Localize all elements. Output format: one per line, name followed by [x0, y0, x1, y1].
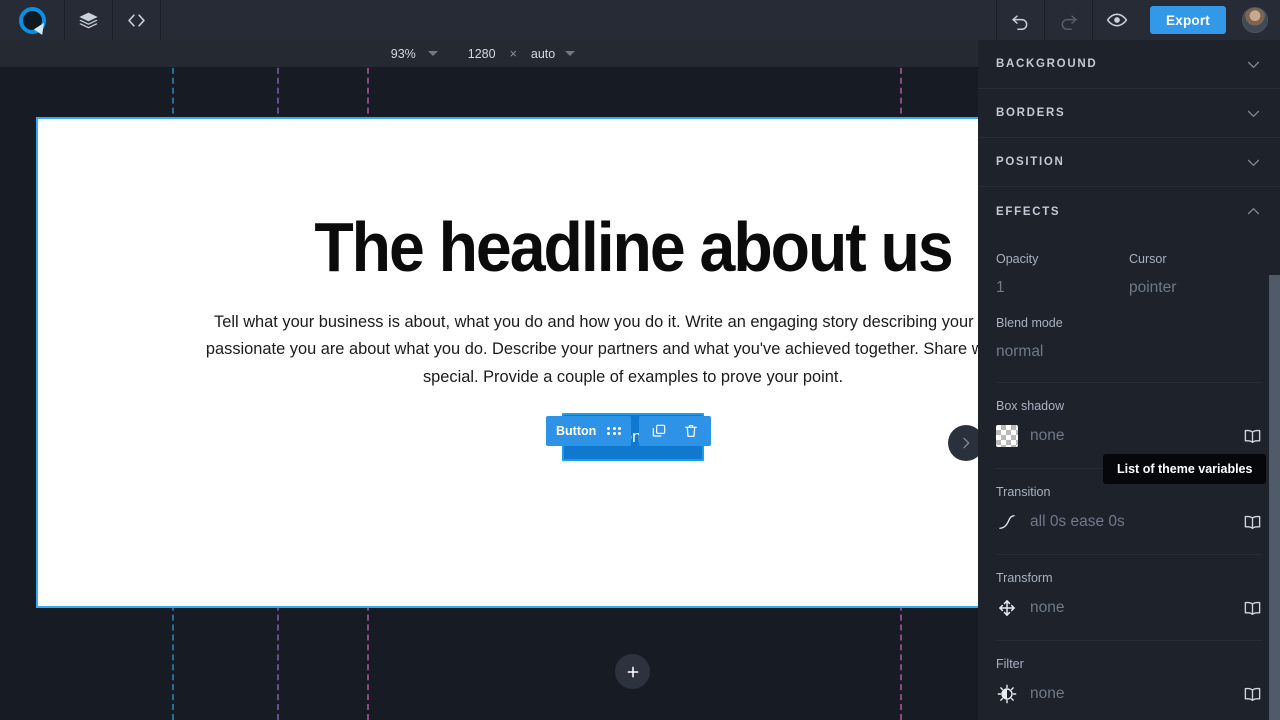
chevron-down-icon — [1245, 105, 1262, 122]
section-header-position[interactable]: POSITION — [978, 138, 1280, 187]
page-frame[interactable]: The headline about us Tell what your bus… — [36, 117, 978, 608]
preview-button[interactable] — [1092, 0, 1140, 40]
box-shadow-label: Box shadow — [996, 399, 1065, 413]
panel-scrollbar-thumb[interactable] — [1269, 275, 1280, 720]
chevron-down-icon — [1245, 154, 1262, 171]
export-button[interactable]: Export — [1150, 6, 1226, 34]
easing-curve-icon — [996, 512, 1018, 532]
undo-icon — [1010, 10, 1031, 31]
app-logo-icon — [18, 6, 46, 34]
app-root: Export 93% 1280 × auto The headline abou… — [0, 0, 1280, 720]
transparent-swatch-icon[interactable] — [996, 425, 1018, 447]
dimension-separator: × — [509, 46, 517, 61]
undo-button[interactable] — [996, 0, 1044, 40]
theme-variables-icon[interactable] — [1243, 427, 1262, 446]
selected-element-label: Button — [556, 424, 597, 438]
filter-value[interactable]: none — [1030, 685, 1231, 703]
size-controls: 93% 1280 × auto — [381, 47, 598, 61]
transform-row: none — [996, 594, 1262, 622]
chevron-up-icon — [1245, 203, 1262, 220]
transition-field: Transition all 0s ease 0s — [996, 485, 1262, 536]
redo-button[interactable] — [1044, 0, 1092, 40]
duplicate-button[interactable] — [643, 416, 675, 446]
app-logo-button[interactable] — [0, 0, 65, 40]
redo-icon — [1058, 10, 1079, 31]
blend-mode-field: Blend mode normal — [996, 316, 1262, 364]
chevron-right-icon — [958, 435, 974, 451]
toolbar-right-group: Export — [996, 0, 1280, 40]
avatar[interactable] — [1242, 7, 1268, 33]
cursor-value[interactable]: pointer — [1129, 276, 1262, 300]
page-headline[interactable]: The headline about us — [86, 119, 978, 285]
divider — [996, 382, 1262, 383]
page-body-text[interactable]: Tell what your business is about, what y… — [193, 309, 978, 392]
section-title: BORDERS — [996, 107, 1066, 119]
properties-panel[interactable]: BACKGROUND BORDERS POSITION EFFECTS Opac… — [978, 40, 1280, 720]
code-view-button[interactable] — [113, 0, 161, 40]
next-section-button[interactable] — [948, 425, 978, 461]
height-chevron-down-icon[interactable] — [565, 51, 576, 56]
chevron-down-icon — [1245, 56, 1262, 73]
add-section-button[interactable] — [615, 654, 650, 689]
blend-mode-value[interactable]: normal — [996, 340, 1262, 364]
move-arrows-icon — [996, 598, 1018, 618]
layers-icon — [78, 10, 99, 31]
selection-toolbar: Button — [546, 416, 712, 446]
trash-icon — [683, 423, 699, 439]
section-title: BACKGROUND — [996, 58, 1098, 70]
box-shadow-value[interactable]: none — [1030, 427, 1231, 445]
theme-variables-icon[interactable] — [1243, 685, 1262, 704]
divider — [996, 554, 1262, 555]
section-title: POSITION — [996, 156, 1065, 168]
transition-label: Transition — [996, 485, 1051, 499]
canvas-height-input[interactable]: auto — [523, 47, 563, 61]
delete-button[interactable] — [675, 416, 707, 446]
zoom-chevron-down-icon[interactable] — [427, 51, 438, 56]
theme-variables-icon[interactable] — [1243, 599, 1262, 618]
blend-mode-label: Blend mode — [996, 316, 1063, 330]
filter-row: none — [996, 680, 1262, 708]
transition-value[interactable]: all 0s ease 0s — [1030, 513, 1231, 531]
box-shadow-field: Box shadow none — [996, 399, 1262, 450]
top-toolbar: Export — [0, 0, 1280, 40]
cursor-label: Cursor — [1129, 252, 1167, 266]
duplicate-icon — [651, 423, 667, 439]
section-header-effects[interactable]: EFFECTS — [978, 187, 1280, 236]
opacity-value[interactable]: 1 — [996, 276, 1129, 300]
opacity-cursor-row: Opacity 1 Cursor pointer — [996, 236, 1262, 300]
divider — [996, 640, 1262, 641]
selection-actions — [639, 416, 712, 446]
cursor-field: Cursor pointer — [1129, 236, 1262, 300]
code-icon — [126, 10, 147, 31]
section-header-background[interactable]: BACKGROUND — [978, 40, 1280, 89]
canvas-size-bar: 93% 1280 × auto — [0, 40, 978, 67]
hero-section[interactable]: The headline about us Tell what your bus… — [38, 119, 978, 606]
layers-button[interactable] — [65, 0, 113, 40]
tooltip: List of theme variables — [1103, 454, 1267, 484]
drag-handle-icon[interactable] — [607, 426, 622, 436]
opacity-field: Opacity 1 — [996, 236, 1129, 300]
plus-icon — [625, 664, 641, 680]
transition-row: all 0s ease 0s — [996, 508, 1262, 536]
transform-label: Transform — [996, 571, 1053, 585]
selected-element-badge[interactable]: Button — [546, 416, 632, 446]
opacity-label: Opacity — [996, 252, 1039, 266]
canvas-width-input[interactable]: 1280 — [460, 47, 504, 61]
section-title: EFFECTS — [996, 205, 1061, 218]
section-header-borders[interactable]: BORDERS — [978, 89, 1280, 138]
eye-icon — [1106, 9, 1128, 31]
box-shadow-row: none — [996, 422, 1262, 450]
theme-variables-icon[interactable] — [1243, 513, 1262, 532]
transform-field: Transform none — [996, 571, 1262, 622]
filter-label: Filter — [996, 657, 1024, 671]
transform-value[interactable]: none — [1030, 599, 1231, 617]
canvas-area[interactable]: The headline about us Tell what your bus… — [0, 67, 978, 720]
zoom-level-value[interactable]: 93% — [381, 47, 426, 61]
contrast-icon — [996, 684, 1018, 704]
filter-field: Filter none — [996, 657, 1262, 708]
